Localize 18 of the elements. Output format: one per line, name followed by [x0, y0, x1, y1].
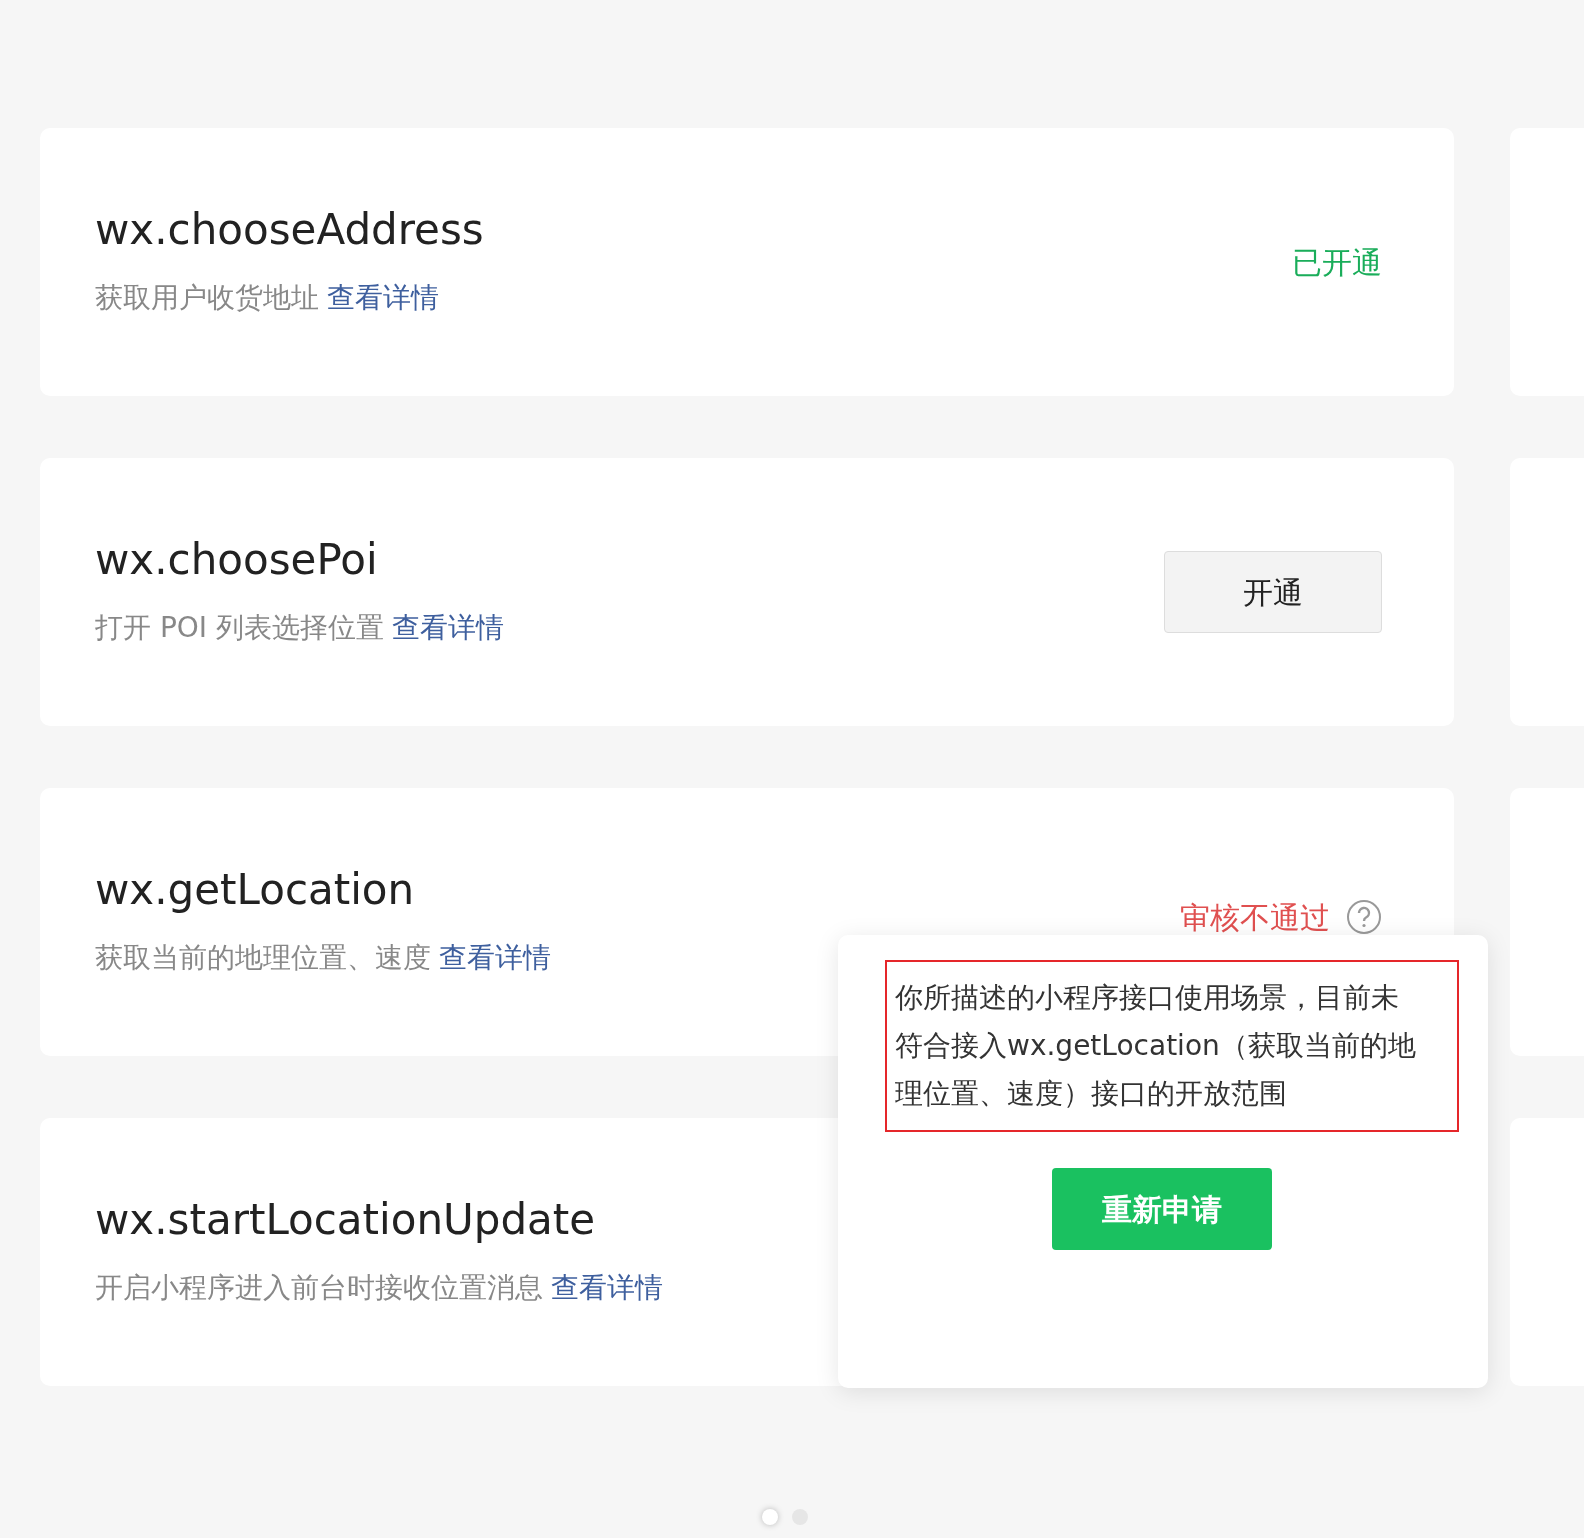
details-link[interactable]: 查看详情 — [392, 607, 504, 650]
api-description: 获取当前的地理位置、速度 — [95, 940, 431, 977]
enable-button[interactable]: 开通 — [1164, 551, 1382, 633]
api-description: 开启小程序进入前台时接收位置消息 — [95, 1270, 543, 1307]
api-name: wx.chooseAddress — [95, 204, 484, 256]
help-icon[interactable] — [1346, 899, 1382, 935]
details-link[interactable]: 查看详情 — [327, 277, 439, 320]
api-name: wx.choosePoi — [95, 534, 378, 586]
details-link[interactable]: 查看详情 — [439, 937, 551, 980]
rejection-message: 你所描述的小程序接口使用场景，目前未符合接入wx.getLocation（获取当前的地理位置、速度）接口的开放范围 — [885, 960, 1459, 1133]
api-description: 获取用户收货地址 — [95, 280, 319, 317]
api-name: wx.startLocationUpdate — [95, 1194, 596, 1246]
status-label: 审核不通过 — [1180, 898, 1330, 937]
api-name: wx.getLocation — [95, 864, 415, 916]
api-description: 打开 POI 列表选择位置 — [95, 610, 384, 647]
details-link[interactable]: 查看详情 — [551, 1267, 663, 1310]
status-label: 已开通 — [1292, 243, 1382, 282]
page-dot[interactable] — [762, 1509, 778, 1525]
